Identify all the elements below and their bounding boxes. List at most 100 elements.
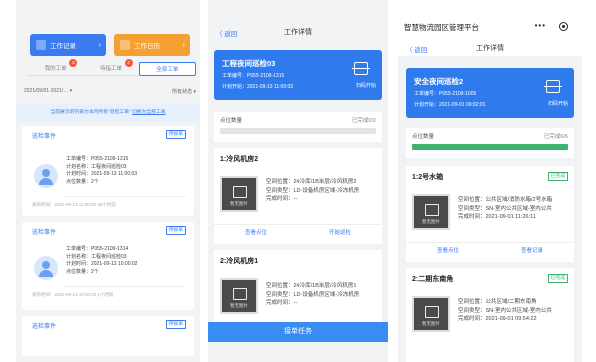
space-type: 空间类型：LD-设备机房区域-冷冻机房 (266, 187, 360, 194)
checkpoint-title: 2:冷风机房1 (220, 258, 259, 265)
checkpoint-info: 空间位置：公共区域/二期东南角 空间类型：SN-室内公共区域-室内公共 完成时间… (458, 298, 552, 324)
space-location: 空间位置：2#冷库/1B米层/冷风机房2 (266, 179, 357, 185)
completion-text: 已完成6/6 (543, 134, 568, 140)
space-type: 空间类型：LD-设备机房区域-冷冻机房 (266, 291, 360, 298)
checkpoint-card: 2:二期东南角 已完成 暂无图片 空间位置：公共区域/二期东南角 空间类型：SN… (406, 268, 574, 362)
work-record-button[interactable]: 工作记录 › (30, 34, 106, 56)
order-card[interactable]: 巡检事件 待接单 (22, 316, 194, 356)
checkpoint-title: 1:冷风机房2 (220, 156, 259, 163)
calendar-icon (120, 40, 130, 50)
tab-label: 全部工单 (156, 67, 179, 73)
order-card[interactable]: 巡检事件 待接单 工单编号：P055-2109-1314 计划名称：工程夜间巡检… (22, 222, 194, 310)
no-image-text: 暂无图片 (422, 321, 440, 326)
progress-fill (412, 144, 568, 150)
finish-time: 完成时间：-- (266, 196, 298, 202)
point-progress: 点位数量 已完成0/2 (214, 112, 382, 142)
space-location: 空间位置：2#冷库/1B米层/冷风机房1 (266, 283, 357, 289)
task-summary-card: 安全夜间巡检2 工单编号：P055-2109-1005 计划开始：2021-09… (406, 68, 574, 118)
order-number: 工单编号：P055-2109-1314 (66, 246, 129, 252)
tab-label: 我的工单 (44, 66, 67, 72)
image-placeholder-icon: 暂无图片 (220, 176, 258, 212)
chevron-down-icon: ▾ (193, 89, 196, 95)
start-inspection-button[interactable]: 开始巡检 (298, 225, 382, 240)
status-text: 所有状态 (172, 89, 193, 95)
accept-task-button[interactable]: 接单任务 (208, 322, 388, 342)
status-badge: 待接单 (165, 226, 186, 235)
card-title: 巡检事件 (32, 134, 57, 140)
view-point-button[interactable]: 查看点位 (214, 225, 298, 240)
date-range-filter[interactable]: 2021/09/01-2021/… ▾ (24, 88, 72, 95)
app-header: 智慧物流园区管理平台 ••• 〈 返回 工作详情 (398, 0, 582, 56)
card-title: 巡检事件 (32, 324, 57, 330)
plan-time: 计划时间：2021-09-13 11:00:03 (66, 171, 138, 177)
image-placeholder-icon: 暂无图片 (220, 278, 258, 314)
close-miniapp-icon[interactable] (559, 22, 568, 31)
finish-time: 完成时间：-- (266, 300, 298, 306)
status-badge: 待接单 (165, 320, 186, 329)
page-title: 工作详情 (476, 45, 504, 52)
space-location: 空间位置：公共区域/二期东南角 (458, 299, 537, 305)
status-filter[interactable]: 所有状态 ▾ (172, 88, 196, 95)
tab-pending-orders[interactable]: 待指工单 2 (83, 59, 139, 76)
scan-icon[interactable] (544, 80, 562, 93)
tab-my-orders[interactable]: 我的工单 3 (28, 59, 84, 76)
tab-label: 待指工单 (99, 66, 122, 72)
more-menu-icon[interactable]: ••• (535, 21, 546, 30)
task-name: 工程夜间巡检03 (222, 59, 276, 68)
view-record-button[interactable]: 查看记录 (490, 243, 574, 258)
order-card[interactable]: 巡检事件 待接单 工单编号：P055-2109-1315 计划名称：工程夜间巡检… (22, 126, 194, 216)
task-name: 安全夜间巡检2 (414, 77, 464, 86)
no-image-text: 暂无图片 (230, 303, 248, 308)
checkpoint-title: 2:二期东南角 (412, 276, 454, 283)
space-type: 空间类型：SN-室内公共区域-室内公共 (458, 307, 552, 314)
inspector-avatar-icon (34, 164, 58, 188)
progress-bar (220, 128, 376, 134)
work-calendar-label: 工作日历 (134, 43, 160, 50)
completed-badge: 已完成 (547, 274, 568, 283)
count-badge: 3 (69, 59, 78, 67)
record-icon (36, 40, 46, 50)
completed-detail-screen: 智慧物流园区管理平台 ••• 〈 返回 工作详情 安全夜间巡检2 工单编号：P0… (398, 0, 582, 362)
page-title: 工作详情 (284, 29, 312, 36)
card-title: 巡检事件 (32, 230, 57, 236)
task-summary-card: 工程夜间巡检03 工单编号：P055-2109-1315 计划开始：2021-0… (214, 50, 382, 100)
publish-time: 发布时间：2021-09-13 10:00:02 1小时前 (32, 292, 114, 297)
publish-time: 发布时间：2021-09-13 11:00:03 35小时前 (32, 202, 116, 207)
switch-all-orders-link[interactable]: 切换为全部工单 (132, 110, 166, 115)
divider (64, 196, 186, 197)
plan-start: 计划开始：2021-09-13 11:00:03 (222, 84, 294, 90)
checkpoint-actions: 查看点位 查看记录 (406, 242, 574, 258)
completion-text: 已完成0/2 (351, 118, 376, 124)
order-number: 工单编号：P055-2109-1315 (222, 73, 285, 79)
space-location: 空间位置：公共区域/消防水箱/2号水箱 (458, 197, 553, 203)
checkpoint-card: 1:冷风机房2 暂无图片 空间位置：2#冷库/1B米层/冷风机房2 空间类型：L… (214, 148, 382, 244)
progress-bar (412, 144, 568, 150)
order-number: 工单编号：P055-2109-1005 (414, 91, 477, 97)
work-detail-screen: 〈 返回 工作详情 工程夜间巡检03 工单编号：P055-2109-1315 计… (208, 0, 388, 362)
order-number: 工单编号：P055-2109-1315 (66, 156, 129, 162)
plan-time: 计划时间：2021-09-13 10:00:02 (66, 261, 138, 267)
chevron-down-icon: ▾ (69, 88, 73, 94)
list-notice: 当前展示的列表为本月所有"巡检工单" 切换为全部工单 (16, 104, 200, 122)
work-calendar-button[interactable]: 工作日历 › (114, 34, 190, 56)
scan-icon[interactable] (352, 62, 370, 75)
checkpoint-info: 空间位置：2#冷库/1B米层/冷风机房1 空间类型：LD-设备机房区域-冷冻机房… (266, 282, 359, 308)
checkpoint-card: 1:2号水箱 已完成 暂无图片 空间位置：公共区域/消防水箱/2号水箱 空间类型… (406, 166, 574, 262)
point-count-label: 点位数量 (412, 134, 435, 140)
checkpoint-actions: 查看点位 开始巡检 (214, 224, 382, 240)
tab-all-orders[interactable]: 全部工单 (138, 62, 196, 76)
completed-badge: 已完成 (547, 172, 568, 181)
no-image-text: 暂无图片 (422, 219, 440, 224)
date-range-text: 2021/09/01-2021/… (24, 88, 69, 94)
checkpoint-title: 1:2号水箱 (412, 174, 444, 181)
view-point-button[interactable]: 查看点位 (406, 243, 490, 258)
plan-name: 计划名称：工程夜间巡检03 (66, 163, 127, 170)
work-record-label: 工作记录 (50, 43, 76, 50)
checkpoint-card: 2:冷风机房1 暂无图片 空间位置：2#冷库/1B米层/冷风机房1 空间类型：L… (214, 250, 382, 322)
card-info: 工单编号：P055-2109-1314 计划名称：工程夜间巡检03 计划时间：2… (66, 246, 186, 276)
filter-row: 2021/09/01-2021/… ▾ 所有状态 ▾ (24, 88, 196, 95)
chevron-right-icon: › (98, 41, 101, 49)
plan-name: 计划名称：工程夜间巡检03 (66, 253, 127, 260)
scan-start-label[interactable]: 扫码开始 (548, 100, 568, 107)
scan-start-label[interactable]: 扫码开始 (356, 82, 376, 89)
